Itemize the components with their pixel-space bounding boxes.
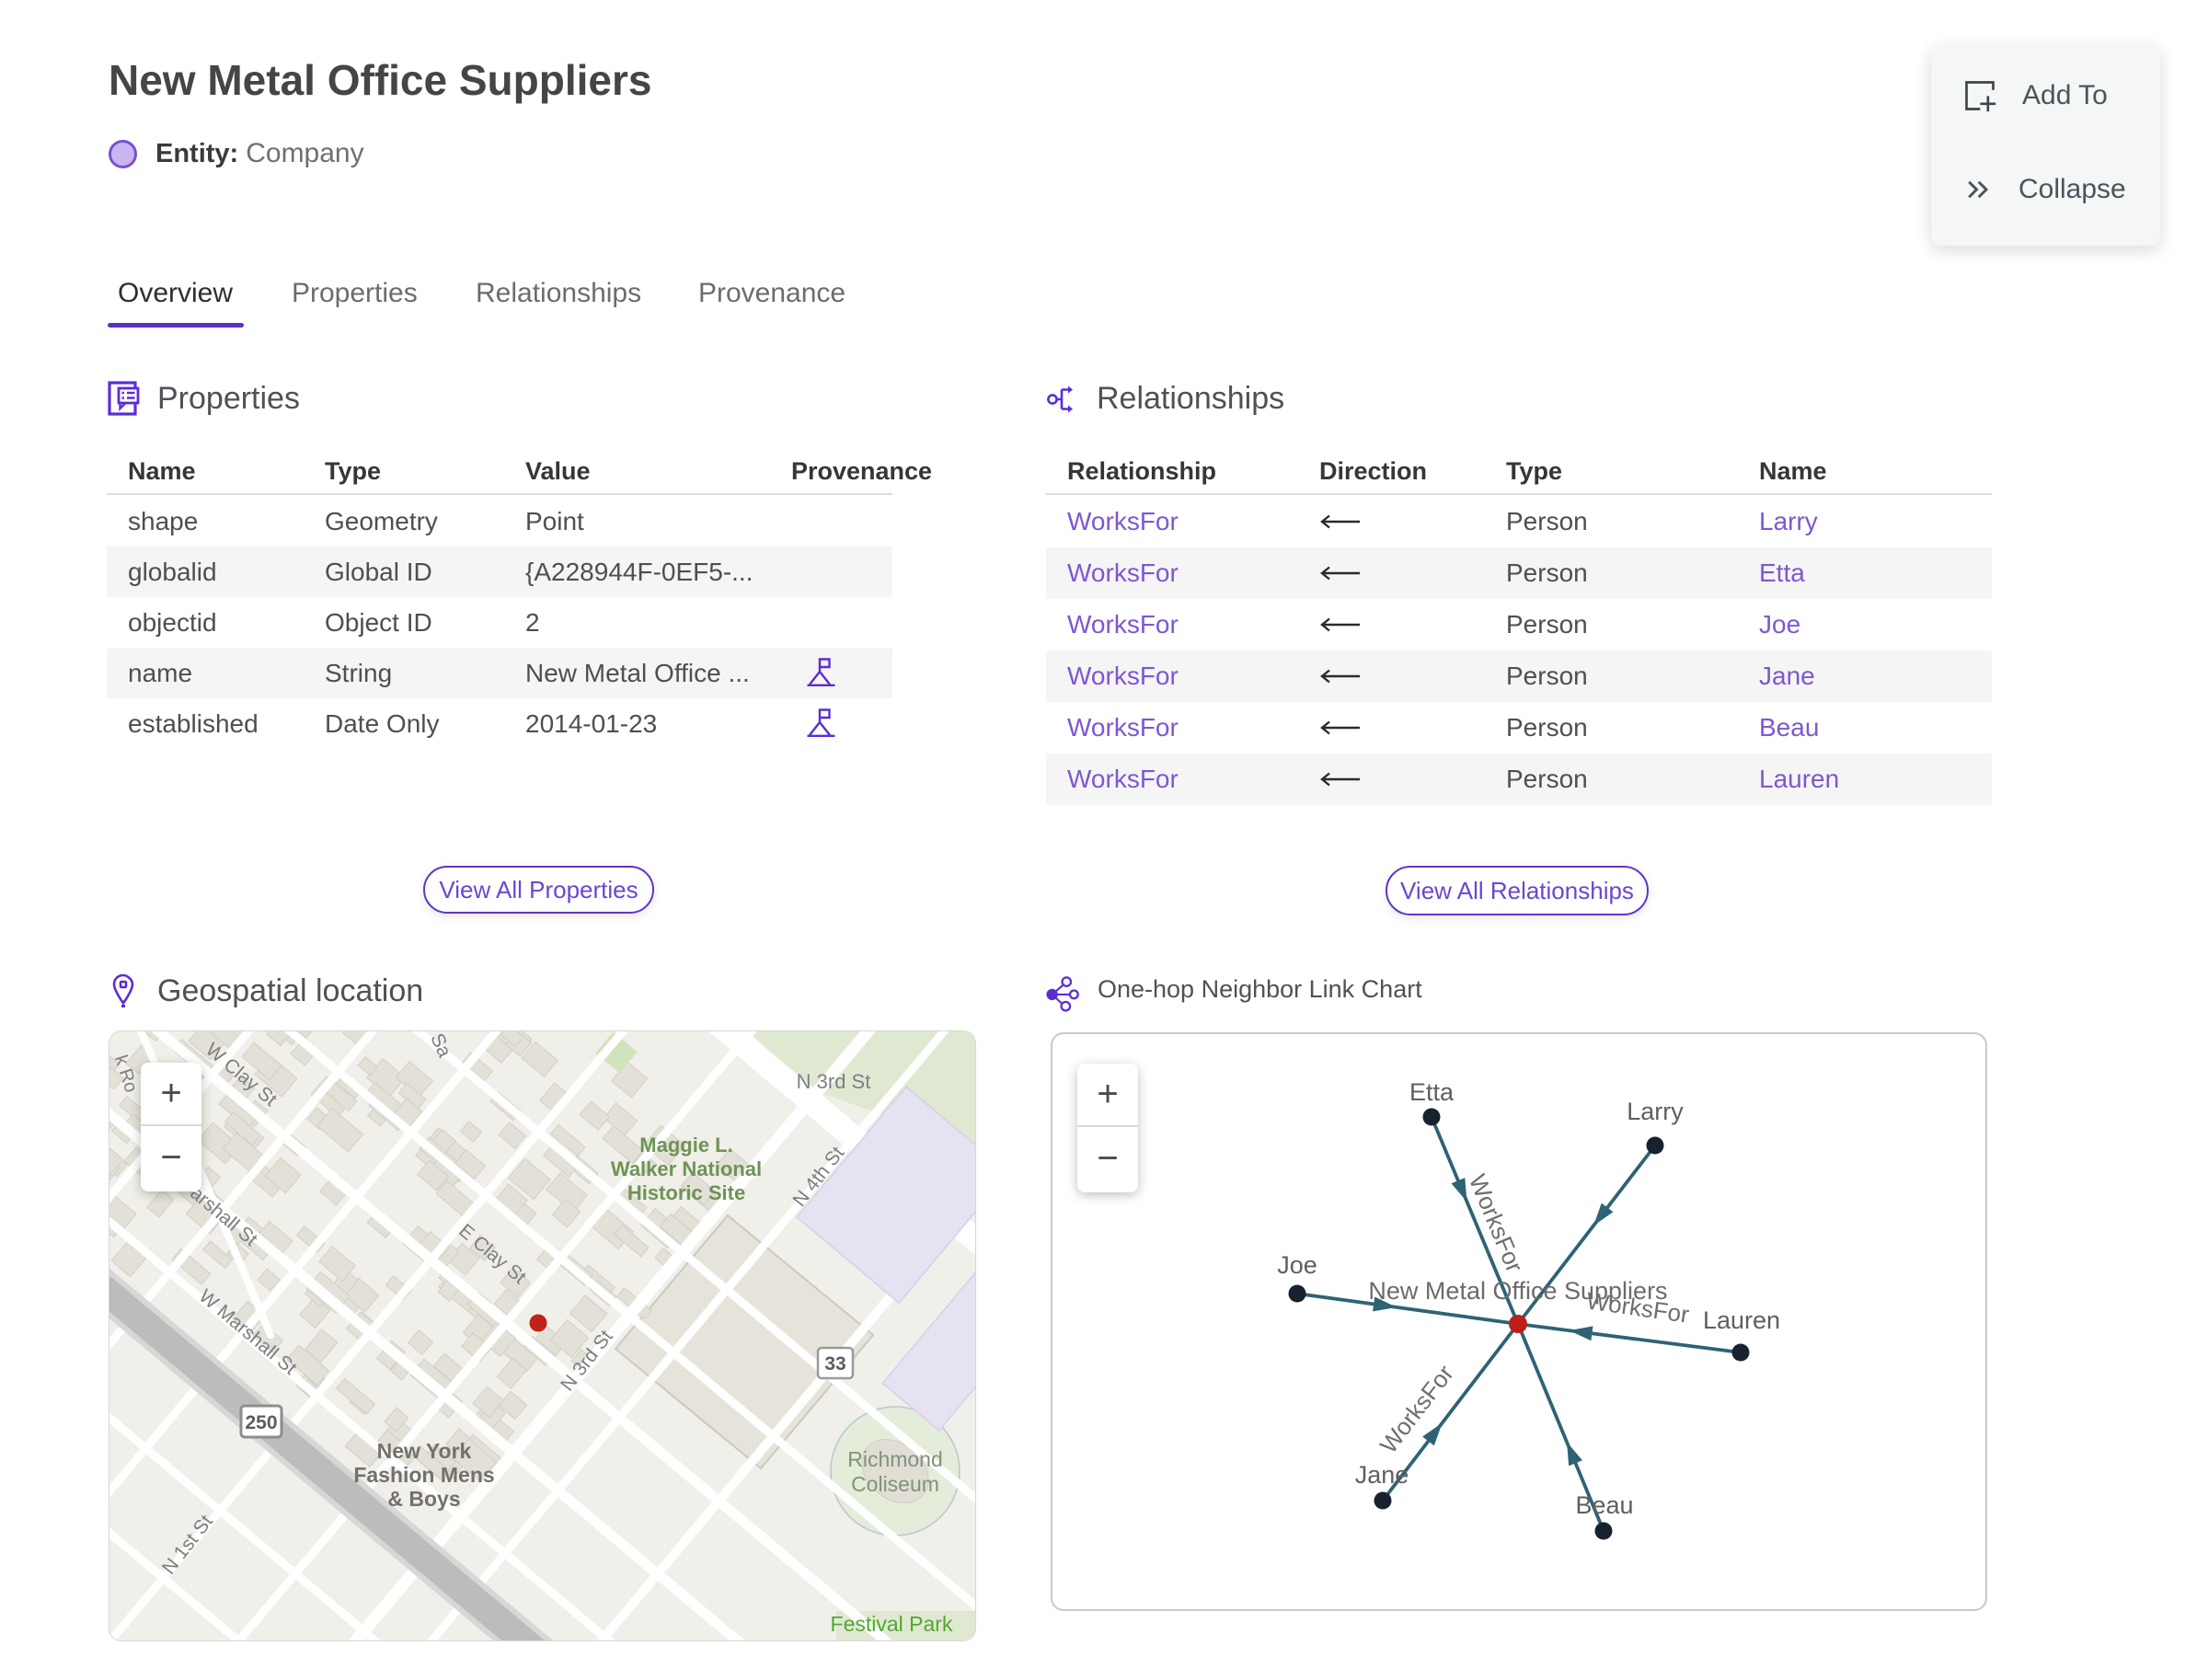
svg-text:WorksFor: WorksFor [1464, 1170, 1529, 1276]
svg-text:Lauren: Lauren [1703, 1306, 1780, 1334]
svg-text:Jane: Jane [1355, 1461, 1409, 1489]
svg-text:Joe: Joe [1277, 1251, 1317, 1279]
svg-text:Larry: Larry [1627, 1098, 1684, 1125]
svg-text:& Boys: & Boys [387, 1487, 460, 1511]
svg-text:Beau: Beau [1575, 1491, 1633, 1519]
svg-text:33: 33 [824, 1353, 845, 1375]
svg-text:Etta: Etta [1409, 1078, 1455, 1106]
svg-text:Richmond: Richmond [847, 1447, 943, 1471]
svg-text:Maggie L.: Maggie L. [639, 1133, 732, 1156]
svg-text:Walker National: Walker National [611, 1157, 762, 1180]
svg-text:Fashion Mens: Fashion Mens [353, 1463, 494, 1487]
svg-text:Coliseum: Coliseum [851, 1472, 939, 1496]
svg-text:250: 250 [245, 1412, 277, 1433]
svg-text:WorksFor: WorksFor [1374, 1360, 1459, 1459]
svg-text:New York: New York [377, 1439, 472, 1463]
svg-text:Festival Park: Festival Park [831, 1612, 953, 1636]
svg-text:WorksFor: WorksFor [1585, 1286, 1692, 1328]
svg-text:Historic Site: Historic Site [627, 1181, 745, 1204]
svg-text:N 3rd St: N 3rd St [797, 1070, 871, 1093]
